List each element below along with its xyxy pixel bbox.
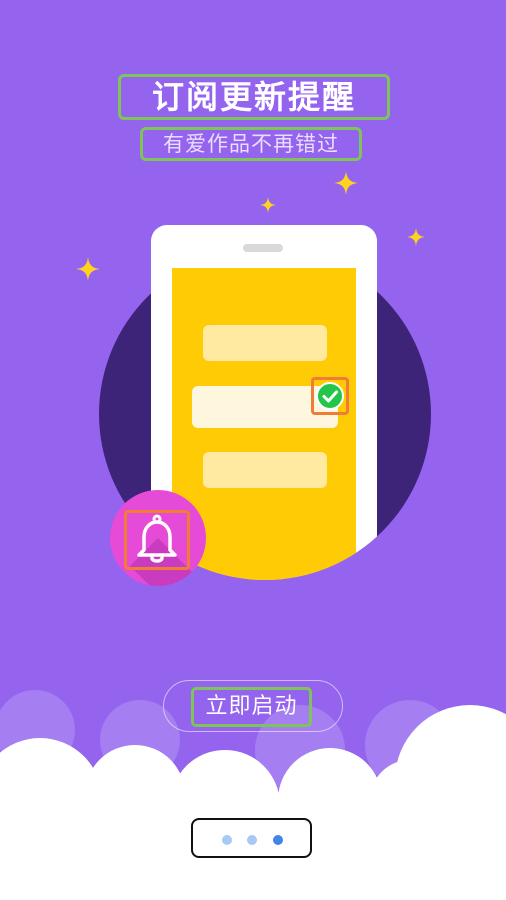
page-dot-active [273,835,283,845]
sparkle-icon [76,257,100,281]
page-dot [222,835,232,845]
bell-icon [124,510,190,570]
page-dot [247,835,257,845]
list-item-placeholder [203,325,327,361]
list-item-placeholder [203,452,327,488]
phone-speaker [243,244,283,252]
onboarding-screen: 订阅更新提醒 有爱作品不再错过 立即启动 [0,0,506,900]
check-circle-icon [311,377,349,415]
page-indicator [191,818,312,858]
start-button-label[interactable]: 立即启动 [191,687,312,727]
